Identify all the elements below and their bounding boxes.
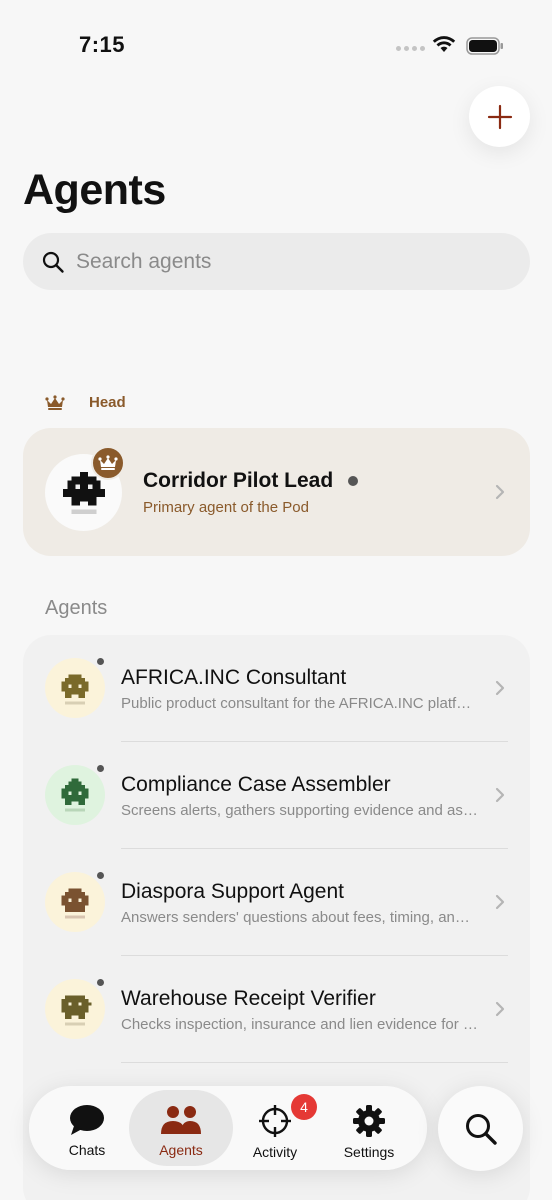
agent-avatar (45, 979, 105, 1039)
agent-description: Screens alerts, gathers supporting evide… (121, 802, 478, 819)
activity-badge: 4 (291, 1094, 317, 1120)
gear-icon (353, 1105, 385, 1137)
search-placeholder: Search agents (76, 249, 212, 273)
chat-bubble-icon (70, 1105, 104, 1135)
agent-avatar (45, 872, 105, 932)
tab-label: Agents (159, 1142, 203, 1158)
agent-name: AFRICA.INC Consultant (121, 666, 347, 689)
status-indicator (95, 977, 106, 988)
head-section-header: Head (45, 394, 126, 411)
cellular-signal-icon (396, 46, 425, 51)
search-icon (42, 251, 64, 273)
status-time: 7:15 (79, 32, 126, 57)
search-icon (465, 1113, 497, 1145)
agent-description: Answers senders' questions about fees, t… (121, 909, 478, 926)
search-input[interactable]: Search agents (23, 233, 530, 290)
add-agent-button[interactable] (469, 86, 530, 147)
agent-description: Checks inspection, insurance and lien ev… (121, 1016, 478, 1033)
tab-chats[interactable]: Chats (35, 1090, 139, 1166)
tab-bar: Chats Agents Activity Settings (29, 1086, 427, 1170)
agent-row-africa-inc-consultant[interactable]: AFRICA.INC Consultant Public product con… (23, 635, 530, 742)
agents-section-label: Agents (45, 597, 108, 619)
status-bar: 7:15 (0, 0, 552, 90)
tab-label: Chats (68, 1142, 106, 1158)
battery-icon (466, 37, 503, 55)
status-indicator (95, 763, 106, 774)
chevron-right-icon (495, 1001, 505, 1017)
crosshair-icon (259, 1105, 291, 1137)
agent-name: Compliance Case Assembler (121, 773, 391, 796)
tab-settings[interactable]: Settings (317, 1090, 421, 1166)
agent-name: Diaspora Support Agent (121, 880, 344, 903)
tab-label: Settings (343, 1144, 395, 1160)
chevron-right-icon (495, 680, 505, 696)
search-button[interactable] (438, 1086, 523, 1171)
status-indicator (95, 656, 106, 667)
head-section-label: Head (89, 394, 126, 411)
tab-agents[interactable]: Agents (129, 1090, 233, 1166)
agent-row-compliance-case-assembler[interactable]: Compliance Case Assembler Screens alerts… (23, 742, 530, 849)
agent-avatar (45, 765, 105, 825)
crown-badge-icon (91, 446, 125, 480)
head-agent-name: Corridor Pilot Lead (143, 469, 334, 492)
status-indicator (348, 476, 358, 486)
chevron-right-icon (495, 787, 505, 803)
agent-avatar (45, 658, 105, 718)
agent-description: Public product consultant for the AFRICA… (121, 695, 478, 712)
agent-name: Warehouse Receipt Verifier (121, 987, 376, 1010)
wifi-icon (432, 36, 456, 52)
chevron-right-icon (495, 894, 505, 910)
people-icon (161, 1106, 201, 1134)
chevron-right-icon (495, 484, 505, 500)
head-agent-card[interactable]: Corridor Pilot Lead Primary agent of the… (23, 428, 530, 556)
plus-icon (487, 104, 512, 129)
agent-row-warehouse-receipt-verifier[interactable]: Warehouse Receipt Verifier Checks inspec… (23, 956, 530, 1063)
tab-label: Activity (252, 1144, 298, 1160)
crown-icon (45, 394, 65, 410)
row-divider (121, 1062, 508, 1063)
head-agent-subtitle: Primary agent of the Pod (143, 499, 309, 516)
status-indicator (95, 870, 106, 881)
agent-row-diaspora-support-agent[interactable]: Diaspora Support Agent Answers senders' … (23, 849, 530, 956)
page-title: Agents (23, 166, 166, 214)
